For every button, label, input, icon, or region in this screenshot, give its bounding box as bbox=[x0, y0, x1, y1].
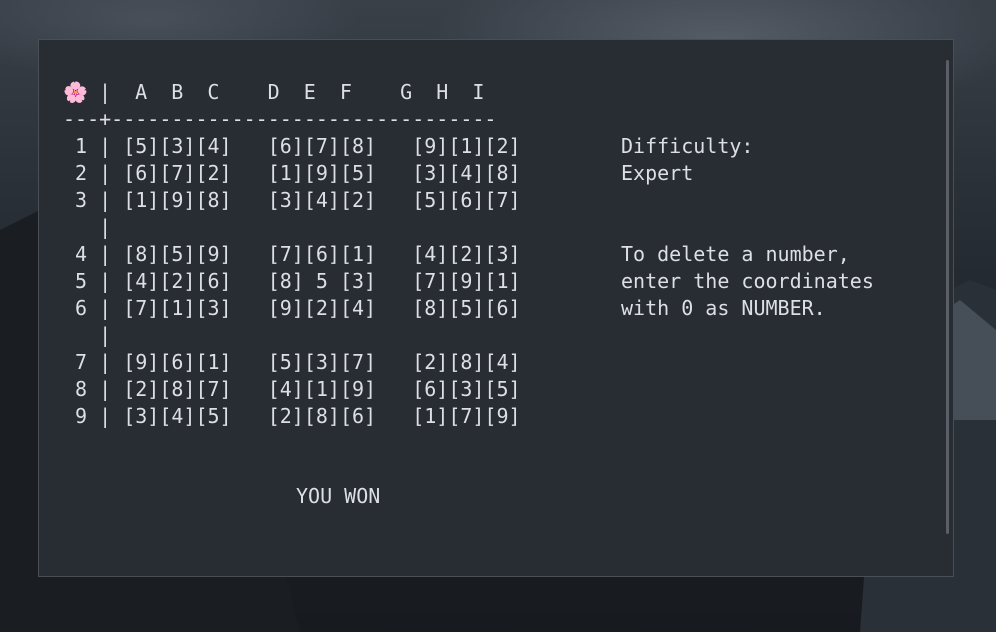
board-row-1: 1 | [5][3][4] [6][7][8] [9][1][2] bbox=[63, 134, 521, 158]
block-divider: | bbox=[63, 323, 112, 347]
header-separator: ---+-------------------------------- bbox=[63, 107, 497, 131]
board-row-5: 5 | [4][2][6] [8] 5 [3] [7][9][1] bbox=[63, 269, 521, 293]
difficulty-value: Expert bbox=[621, 161, 694, 185]
help-text-line-2: enter the coordinates bbox=[621, 269, 874, 293]
board-row-6: 6 | [7][1][3] [9][2][4] [8][5][6] bbox=[63, 296, 521, 320]
board-row-3: 3 | [1][9][8] [3][4][2] [5][6][7] bbox=[63, 188, 521, 212]
board-row-2: 2 | [6][7][2] [1][9][5] [3][4][8] bbox=[63, 161, 521, 185]
column-header-row: 🌸 | A B C D E F G H I bbox=[63, 79, 484, 106]
cherry-blossom-icon: 🌸 bbox=[63, 80, 88, 104]
scrollbar[interactable] bbox=[946, 60, 949, 534]
terminal-window[interactable]: 🌸 | A B C D E F G H I ---+--------------… bbox=[38, 39, 954, 577]
board-row-7: 7 | [9][6][1] [5][3][7] [2][8][4] bbox=[63, 350, 521, 374]
help-text-line-3: with 0 as NUMBER. bbox=[621, 296, 826, 320]
board-row-4: 4 | [8][5][9] [7][6][1] [4][2][3] bbox=[63, 242, 521, 266]
block-divider: | bbox=[63, 215, 112, 239]
help-text-line-1: To delete a number, bbox=[621, 242, 850, 266]
board-row-8: 8 | [2][8][7] [4][1][9] [6][3][5] bbox=[63, 377, 521, 401]
difficulty-label: Difficulty: bbox=[621, 134, 754, 158]
board-row-9: 9 | [3][4][5] [2][8][6] [1][7][9] bbox=[63, 404, 521, 428]
column-letters: | A B C D E F G H I bbox=[87, 80, 485, 104]
game-status: YOU WON bbox=[296, 484, 381, 508]
